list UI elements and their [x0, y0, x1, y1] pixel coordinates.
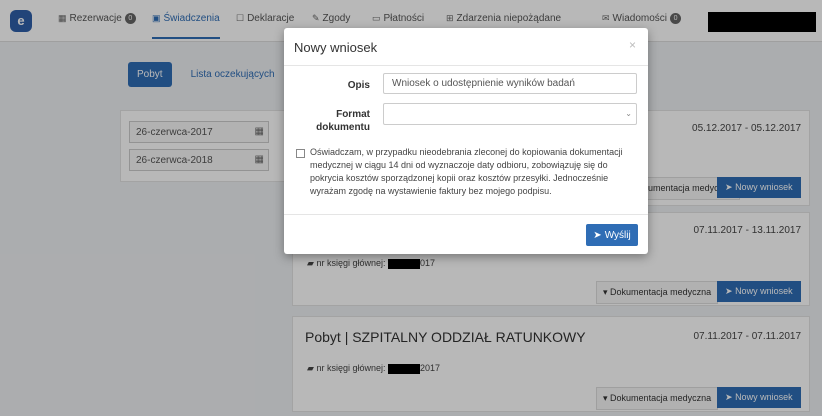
chevron-down-icon: ⌄	[625, 109, 632, 118]
send-button[interactable]: ➤ Wyślij	[586, 224, 638, 246]
format-label: Format dokumentu	[304, 108, 370, 134]
send-label: Wyślij	[604, 229, 631, 241]
opis-label: Opis	[347, 80, 370, 91]
modal-title: Nowy wniosek	[294, 40, 378, 55]
format-label-line: dokumentu	[316, 122, 370, 133]
modal-header: Nowy wniosek ×	[284, 28, 648, 66]
close-icon[interactable]: ×	[629, 38, 636, 52]
modal-footer-divider	[284, 214, 648, 215]
format-label-line: Format	[336, 109, 370, 120]
format-select[interactable]: ⌄	[383, 103, 637, 125]
consent-text: Oświadczam, w przypadku nieodebrania zle…	[310, 147, 623, 196]
opis-value: Wniosek o udostępnienie wyników badań	[392, 78, 575, 89]
new-request-modal: Nowy wniosek × Opis Wniosek o udostępnie…	[284, 28, 648, 254]
send-icon: ➤	[593, 229, 602, 241]
consent-checkbox[interactable]	[296, 149, 305, 158]
opis-input[interactable]: Wniosek o udostępnienie wyników badań	[383, 73, 637, 94]
